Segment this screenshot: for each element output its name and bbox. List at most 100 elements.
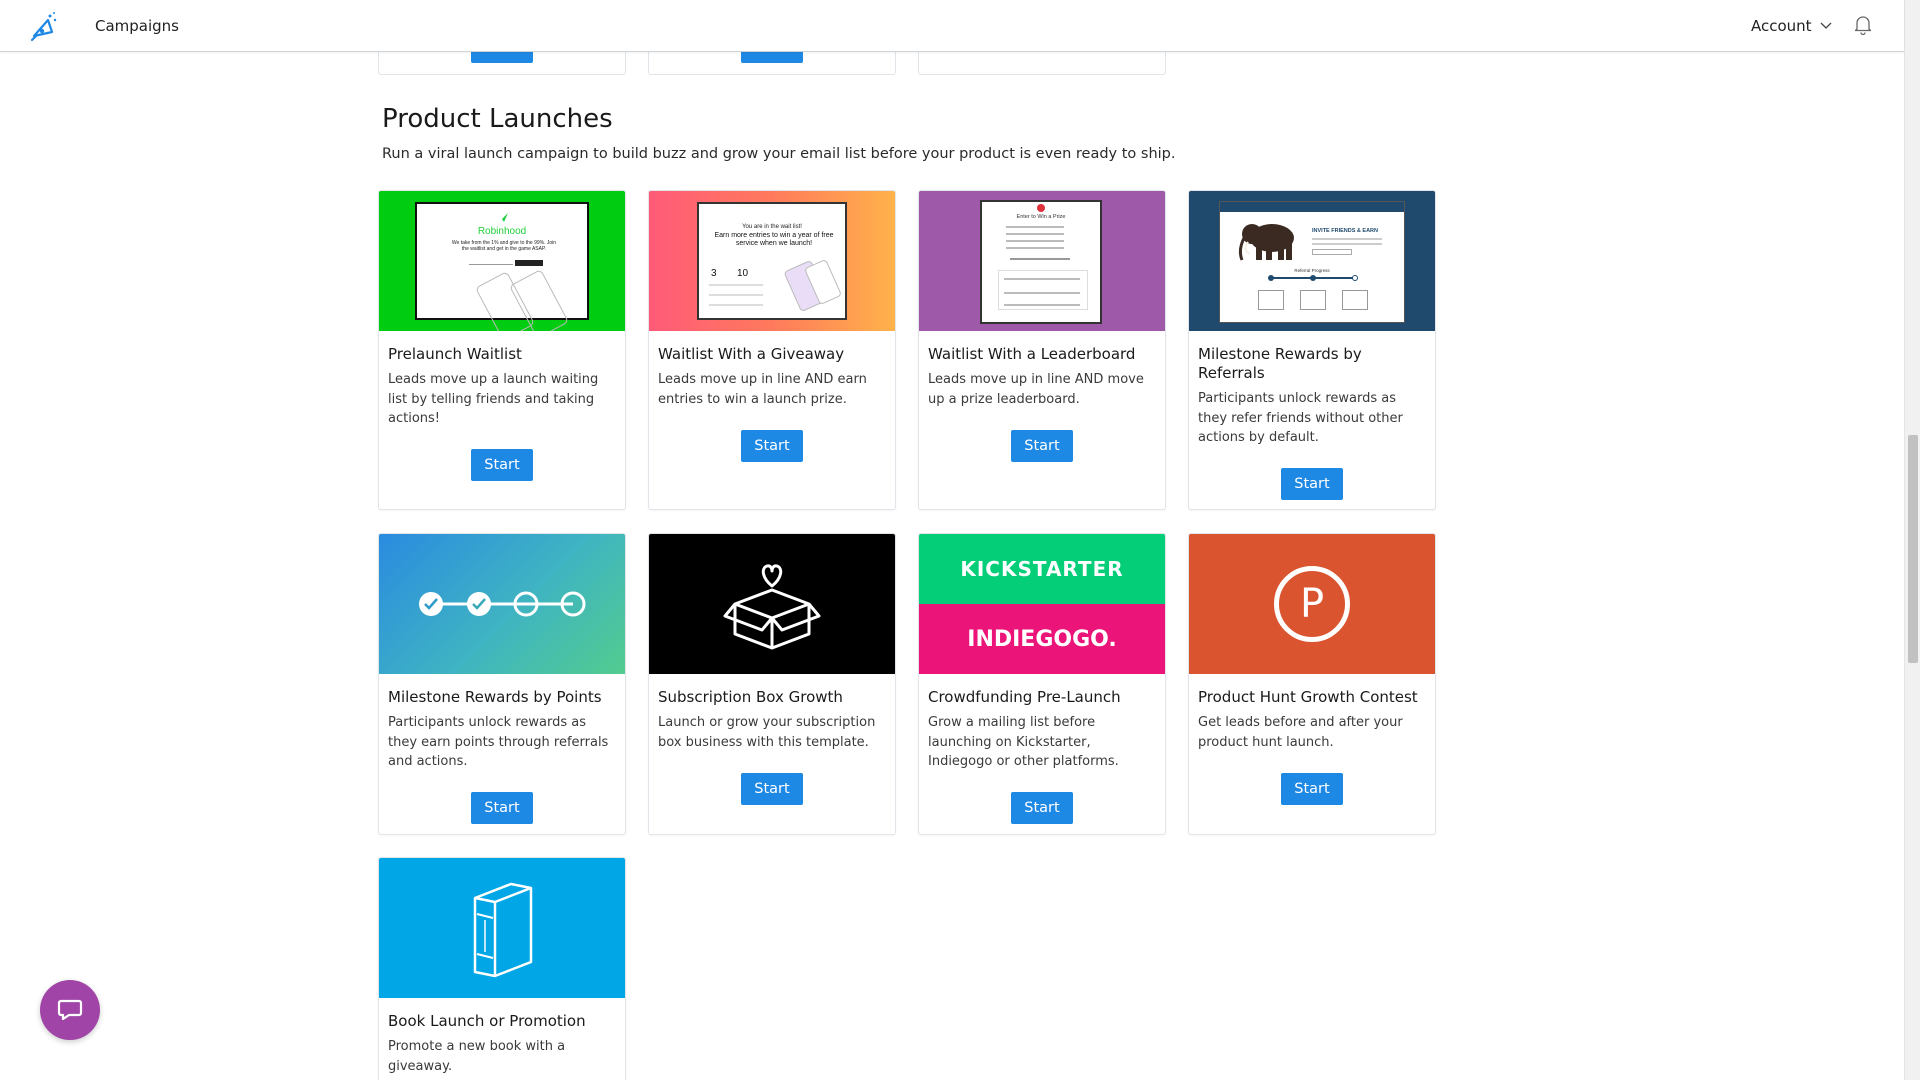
campaign-card-milestone-referrals[interactable]: INVITE FRIENDS & EARN Referral Progress …: [1188, 190, 1436, 510]
card-description: Participants unlock rewards as they refe…: [1198, 391, 1403, 445]
card-title: Crowdfunding Pre-Launch: [928, 688, 1121, 706]
notification-bell-icon[interactable]: [1854, 15, 1872, 35]
progress-node: [1268, 275, 1274, 281]
start-button[interactable]: Start: [471, 449, 533, 481]
leaderboard-heading: Enter to Win a Prize: [1016, 214, 1066, 220]
campaign-card-book-launch[interactable]: Book Launch or Promotion Promote a new b…: [378, 857, 626, 1080]
indiegogo-logo-text: INDIEGOGO.: [967, 626, 1117, 652]
card-preview-image: You are in the wait list! Earn more entr…: [649, 191, 895, 331]
start-button[interactable]: Start: [1281, 773, 1343, 805]
robinhood-feather-icon: [498, 213, 508, 223]
card-title: Waitlist With a Leaderboard: [928, 345, 1136, 363]
campaign-card-product-hunt[interactable]: P Product Hunt Growth Contest Get leads …: [1188, 533, 1436, 835]
row-line: [1004, 304, 1080, 306]
campaign-card-milestone-points[interactable]: Milestone Rewards by Points Participants…: [378, 533, 626, 835]
row-line: [709, 304, 763, 306]
row-line: [1312, 243, 1382, 245]
card-preview-image: [379, 858, 625, 998]
card-description: Leads move up a launch waiting list by t…: [388, 372, 599, 426]
giveaway-line1: You are in the wait list!: [742, 224, 802, 230]
top-navigation-bar: Campaigns Account: [0, 0, 1904, 52]
product-hunt-logo-icon: P: [1274, 566, 1350, 642]
previous-start-button[interactable]: [471, 52, 533, 63]
reward-coupon-icon: [1300, 290, 1326, 310]
row-line: [1010, 258, 1070, 260]
campaign-card-subscription-box[interactable]: Subscription Box Growth Launch or grow y…: [648, 533, 896, 835]
gift-box-heart-icon: [723, 564, 821, 650]
preview-header-bar: [1220, 202, 1404, 212]
card-title: Milestone Rewards by Points: [388, 688, 602, 706]
preview-screen: You are in the wait list! Earn more entr…: [697, 202, 847, 320]
row-line: [1006, 233, 1064, 235]
card-title: Product Hunt Growth Contest: [1198, 688, 1418, 706]
card-preview-image: Robinhood We take from the 1% and give t…: [379, 191, 625, 331]
card-preview-image: [649, 534, 895, 674]
card-preview-image: P: [1189, 534, 1435, 674]
progress-node: [1352, 275, 1358, 281]
card-description: Launch or grow your subscription box bus…: [658, 715, 876, 750]
campaign-card-waitlist-leaderboard[interactable]: Enter to Win a Prize Waitlist With a Lea…: [918, 190, 1166, 510]
robinhood-brand-text: Robinhood: [477, 226, 527, 237]
card-preview-image: [379, 534, 625, 674]
giveaway-line2: Earn more entries to win a year of free …: [714, 232, 834, 247]
reward-shirt-icon: [1342, 290, 1368, 310]
row-line: [709, 284, 763, 286]
row-line: [1004, 292, 1080, 294]
campaign-card-crowdfunding[interactable]: KICKSTARTER INDIEGOGO. Crowdfunding Pre-…: [918, 533, 1166, 835]
reward-truck-icon: [1258, 290, 1284, 310]
kickstarter-banner: KICKSTARTER: [919, 534, 1165, 604]
campaign-card-prelaunch-waitlist[interactable]: Robinhood We take from the 1% and give t…: [378, 190, 626, 510]
app-logo-icon[interactable]: [28, 10, 62, 44]
account-label: Account: [1751, 17, 1812, 35]
section-title: Product Launches: [382, 104, 613, 134]
card-title: Subscription Box Growth: [658, 688, 843, 706]
card-title: Book Launch or Promotion: [388, 1012, 586, 1030]
chat-support-button[interactable]: [40, 980, 100, 1040]
card-preview-image: INVITE FRIENDS & EARN Referral Progress: [1189, 191, 1435, 331]
share-box: [1312, 249, 1352, 255]
card-description: Leads move up in line AND move up a priz…: [928, 372, 1144, 407]
signup-button-mini: [515, 260, 543, 266]
account-menu[interactable]: Account: [1751, 17, 1832, 35]
card-description: Participants unlock rewards as they earn…: [388, 715, 609, 769]
chevron-down-icon: [1820, 22, 1832, 29]
preview-screen: Robinhood We take from the 1% and give t…: [415, 202, 589, 331]
robinhood-tagline: We take from the 1% and give to the 99%.…: [451, 240, 557, 252]
start-button[interactable]: Start: [1011, 430, 1073, 462]
row-line: [1006, 226, 1064, 228]
preview-screen: Enter to Win a Prize: [980, 200, 1102, 324]
brand-dot-icon: [1037, 204, 1045, 212]
campaign-card-waitlist-giveaway[interactable]: You are in the wait list! Earn more entr…: [648, 190, 896, 510]
chat-icon: [57, 999, 83, 1021]
book-icon: [473, 882, 533, 978]
card-preview-image: Enter to Win a Prize: [919, 191, 1165, 331]
page-scrollbar[interactable]: [1904, 0, 1920, 1080]
progress-node: [1310, 275, 1316, 281]
previous-start-button[interactable]: [741, 52, 803, 63]
start-button[interactable]: Start: [1281, 468, 1343, 500]
milestone-progress-label: Referral Progress: [1294, 268, 1330, 273]
card-description: Get leads before and after your product …: [1198, 715, 1403, 750]
mammoth-illustration-icon: [1238, 224, 1294, 261]
card-title: Waitlist With a Giveaway: [658, 345, 845, 363]
card-title: Prelaunch Waitlist: [388, 345, 522, 363]
start-button[interactable]: Start: [471, 792, 533, 824]
card-description: Promote a new book with a giveaway.: [388, 1039, 566, 1074]
preview-screen: INVITE FRIENDS & EARN Referral Progress: [1219, 201, 1405, 323]
start-button[interactable]: Start: [741, 773, 803, 805]
indiegogo-banner: INDIEGOGO.: [919, 604, 1165, 674]
kickstarter-logo-text: KICKSTARTER: [960, 557, 1124, 581]
card-title: Milestone Rewards by Referrals: [1198, 345, 1362, 382]
section-description: Run a viral launch campaign to build buz…: [382, 146, 1176, 162]
start-button[interactable]: Start: [741, 430, 803, 462]
row-line: [1004, 278, 1080, 280]
row-line: [709, 294, 763, 296]
scrollbar-thumb[interactable]: [1908, 435, 1918, 663]
row-line: [1006, 240, 1064, 242]
milestone-heading: INVITE FRIENDS & EARN: [1312, 228, 1379, 234]
nav-campaigns-link[interactable]: Campaigns: [95, 17, 179, 35]
card-description: Grow a mailing list before launching on …: [928, 715, 1119, 769]
start-button[interactable]: Start: [1011, 792, 1073, 824]
giveaway-stat-entries: 10: [737, 268, 749, 279]
card-description: Leads move up in line AND earn entries t…: [658, 372, 867, 407]
